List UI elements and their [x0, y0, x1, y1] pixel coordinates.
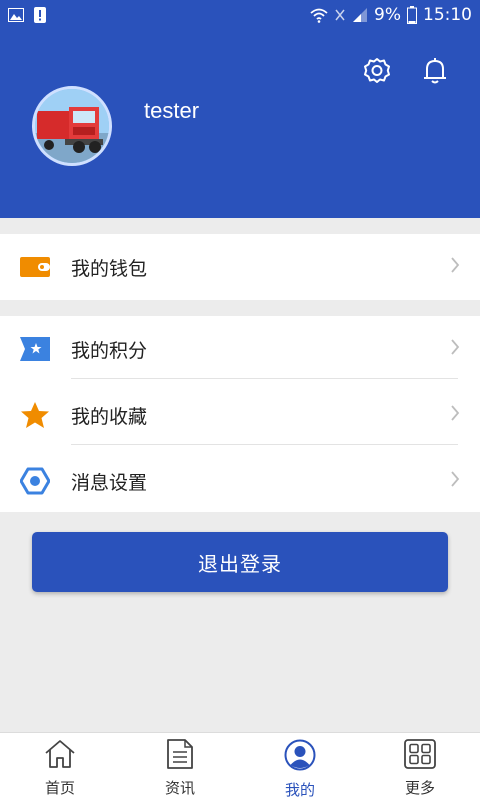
chevron-right-icon: [450, 405, 460, 425]
battery-icon: [407, 6, 417, 24]
avatar[interactable]: [32, 86, 112, 166]
nav-label-more: 更多: [404, 779, 435, 797]
divider: [71, 444, 458, 445]
image-notification-icon: [8, 8, 24, 22]
divider: [71, 378, 458, 379]
star-icon: [20, 400, 50, 430]
news-icon: [166, 739, 194, 773]
settings-button[interactable]: [360, 56, 394, 90]
signal-icon: [352, 7, 368, 23]
nav-item-profile[interactable]: 我的: [240, 733, 360, 800]
grid-icon: [404, 739, 436, 773]
clock: 15:10: [423, 5, 472, 25]
hexagon-settings-icon: [20, 466, 50, 496]
nav-item-more[interactable]: 更多: [360, 733, 480, 800]
no-sim-icon: [334, 8, 346, 22]
menu-item-favorites[interactable]: 我的收藏: [0, 382, 480, 448]
status-bar: 9% 15:10: [0, 0, 480, 30]
chevron-right-icon: [450, 471, 460, 491]
alert-notification-icon: [34, 7, 46, 23]
home-icon: [44, 739, 76, 773]
wallet-icon: [20, 252, 50, 282]
battery-percent: 9%: [374, 5, 401, 25]
nav-item-home[interactable]: 首页: [0, 733, 120, 800]
menu-label-message-settings: 消息设置: [71, 471, 148, 494]
points-tag-icon: [20, 334, 50, 364]
notifications-button[interactable]: [418, 56, 452, 90]
menu-label-favorites: 我的收藏: [71, 405, 148, 428]
logout-button[interactable]: 退出登录: [32, 532, 448, 592]
wifi-icon: [310, 7, 328, 23]
bell-icon: [420, 56, 450, 90]
menu-label-wallet: 我的钱包: [71, 257, 148, 280]
menu-label-points: 我的积分: [71, 339, 148, 362]
status-bar-right: 9% 15:10: [310, 5, 472, 25]
gear-icon: [362, 56, 392, 90]
username: tester: [144, 98, 200, 123]
menu-item-wallet[interactable]: 我的钱包: [0, 234, 480, 300]
nav-label-profile: 我的: [284, 781, 315, 799]
status-bar-left: [8, 7, 46, 23]
menu-group-account: 我的积分 我的收藏 消息设置: [0, 316, 480, 512]
nav-label-home: 首页: [44, 779, 75, 797]
truck-avatar-image: [35, 89, 109, 163]
nav-label-news: 资讯: [164, 779, 195, 797]
profile-icon: [284, 739, 316, 775]
profile-header: tester: [0, 30, 480, 218]
chevron-right-icon: [450, 339, 460, 359]
chevron-right-icon: [450, 257, 460, 277]
nav-item-news[interactable]: 资讯: [120, 733, 240, 800]
menu-group-wallet: 我的钱包: [0, 234, 480, 300]
menu-item-message-settings[interactable]: 消息设置: [0, 448, 480, 514]
menu-item-points[interactable]: 我的积分: [0, 316, 480, 382]
bottom-nav: 首页 资讯 我的 更多: [0, 732, 480, 800]
